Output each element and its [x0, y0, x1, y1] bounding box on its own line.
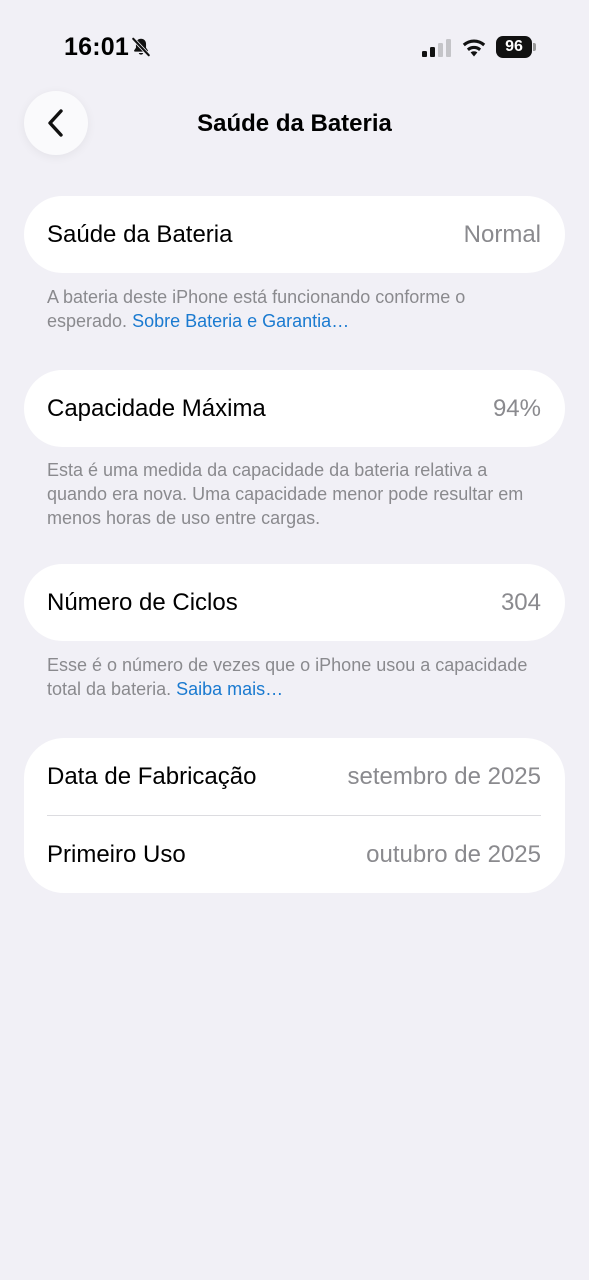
battery-level: 96 [496, 36, 532, 58]
first-use-value: outubro de 2025 [366, 840, 541, 868]
first-use-row: Primeiro Uso outubro de 2025 [24, 816, 565, 893]
status-time: 16:01 [64, 33, 129, 61]
max-capacity-footnote: Esta é uma medida da capacidade da bater… [47, 460, 524, 528]
dates-card: Data de Fabricação setembro de 2025 Prim… [24, 738, 565, 893]
battery-health-card: Saúde da Bateria Normal [24, 196, 565, 273]
battery-health-row: Saúde da Bateria Normal [24, 196, 565, 273]
max-capacity-value: 94% [492, 394, 541, 422]
cellular-signal-icon [422, 39, 451, 57]
first-use-label: Primeiro Uso [47, 840, 186, 868]
battery-warranty-link[interactable]: Sobre Bateria e Garantia… [132, 311, 349, 331]
max-capacity-row: Capacidade Máxima 94% [24, 370, 565, 447]
manufacture-date-label: Data de Fabricação [47, 762, 257, 790]
battery-tip [533, 43, 536, 51]
max-capacity-label: Capacidade Máxima [47, 394, 266, 422]
cycle-count-row: Número de Ciclos 304 [24, 564, 565, 641]
manufacture-date-row: Data de Fabricação setembro de 2025 [24, 738, 565, 815]
battery-health-footnote: A bateria deste iPhone está funcionando … [47, 285, 547, 333]
cycle-count-label: Número de Ciclos [47, 588, 238, 616]
cycle-count-value: 304 [500, 588, 541, 616]
battery-health-value: Normal [463, 220, 541, 248]
cycle-count-card: Número de Ciclos 304 [24, 564, 565, 641]
page-title: Saúde da Bateria [197, 110, 392, 137]
cycle-count-footnote-text: Esse é o número de vezes que o iPhone us… [47, 655, 528, 699]
bell-slash-icon [131, 37, 151, 57]
wifi-icon [462, 39, 486, 57]
learn-more-link[interactable]: Saiba mais… [176, 679, 283, 699]
max-capacity-card: Capacidade Máxima 94% [24, 370, 565, 447]
manufacture-date-value: setembro de 2025 [347, 762, 541, 790]
battery-icon: 96 [496, 36, 536, 58]
cycle-count-footnote: Esse é o número de vezes que o iPhone us… [47, 653, 547, 701]
battery-health-label: Saúde da Bateria [47, 220, 233, 248]
status-bar: 16:01 96 [0, 0, 589, 80]
